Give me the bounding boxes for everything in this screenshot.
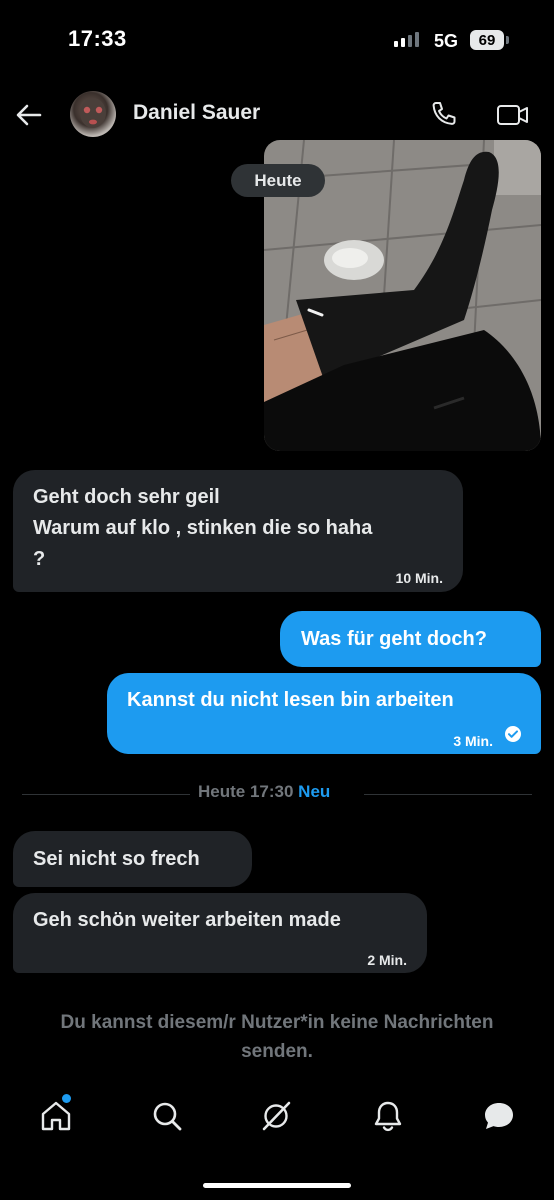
messages-icon[interactable] bbox=[481, 1098, 517, 1134]
day-label-pill: Heute bbox=[231, 164, 325, 197]
signal-strength-icon bbox=[394, 32, 419, 47]
message-text: Sei nicht so frech bbox=[33, 848, 200, 870]
unread-divider: Heute 17:30 Neu bbox=[198, 782, 330, 802]
network-type: 5G bbox=[434, 31, 459, 51]
video-call-icon[interactable] bbox=[496, 100, 530, 130]
message-text: Kannst du nicht lesen bin arbeiten bbox=[127, 689, 454, 711]
message-line: Warum auf klo , stinken die so haha bbox=[33, 517, 373, 539]
battery-tip bbox=[506, 36, 509, 44]
message-text: Was für geht doch? bbox=[301, 628, 487, 650]
incoming-message-bubble[interactable]: Sei nicht so frech bbox=[13, 831, 252, 887]
read-receipt-icon bbox=[505, 726, 521, 742]
divider-line-right bbox=[364, 794, 532, 795]
message-timestamp: 2 Min. bbox=[367, 952, 407, 968]
cannot-message-notice: Du kannst diesem/r Nutzer*in keine Nachr… bbox=[60, 1012, 494, 1062]
divider-line-left bbox=[22, 794, 190, 795]
divider-timestamp: Heute 17:30 bbox=[198, 782, 294, 801]
avatar[interactable] bbox=[70, 91, 116, 137]
message-timestamp: 10 Min. bbox=[395, 570, 443, 586]
home-notification-dot bbox=[62, 1094, 71, 1103]
contact-name[interactable]: Daniel Sauer bbox=[133, 101, 260, 125]
back-arrow-icon[interactable] bbox=[14, 100, 44, 130]
grok-icon[interactable] bbox=[258, 1098, 294, 1134]
incoming-message-bubble[interactable]: Geh schön weiter arbeiten made 2 Min. bbox=[13, 893, 427, 973]
outgoing-message-bubble[interactable]: Was für geht doch? bbox=[280, 611, 541, 667]
notifications-icon[interactable] bbox=[370, 1098, 406, 1134]
home-icon[interactable] bbox=[38, 1098, 74, 1134]
message-text: Geh schön weiter arbeiten made bbox=[33, 909, 341, 931]
outgoing-message-bubble[interactable]: Kannst du nicht lesen bin arbeiten 3 Min… bbox=[107, 673, 541, 754]
message-line: Geht doch sehr geil bbox=[33, 486, 220, 508]
battery-indicator: 69 bbox=[470, 30, 504, 50]
incoming-message-bubble[interactable]: Geht doch sehr geil Warum auf klo , stin… bbox=[13, 470, 463, 592]
new-messages-label: Neu bbox=[298, 782, 331, 801]
status-time: 17:33 bbox=[68, 26, 127, 51]
message-line: ? bbox=[33, 548, 46, 570]
phone-icon[interactable] bbox=[428, 99, 460, 131]
search-icon[interactable] bbox=[149, 1098, 185, 1134]
message-timestamp: 3 Min. bbox=[453, 733, 493, 749]
home-indicator bbox=[203, 1183, 351, 1188]
